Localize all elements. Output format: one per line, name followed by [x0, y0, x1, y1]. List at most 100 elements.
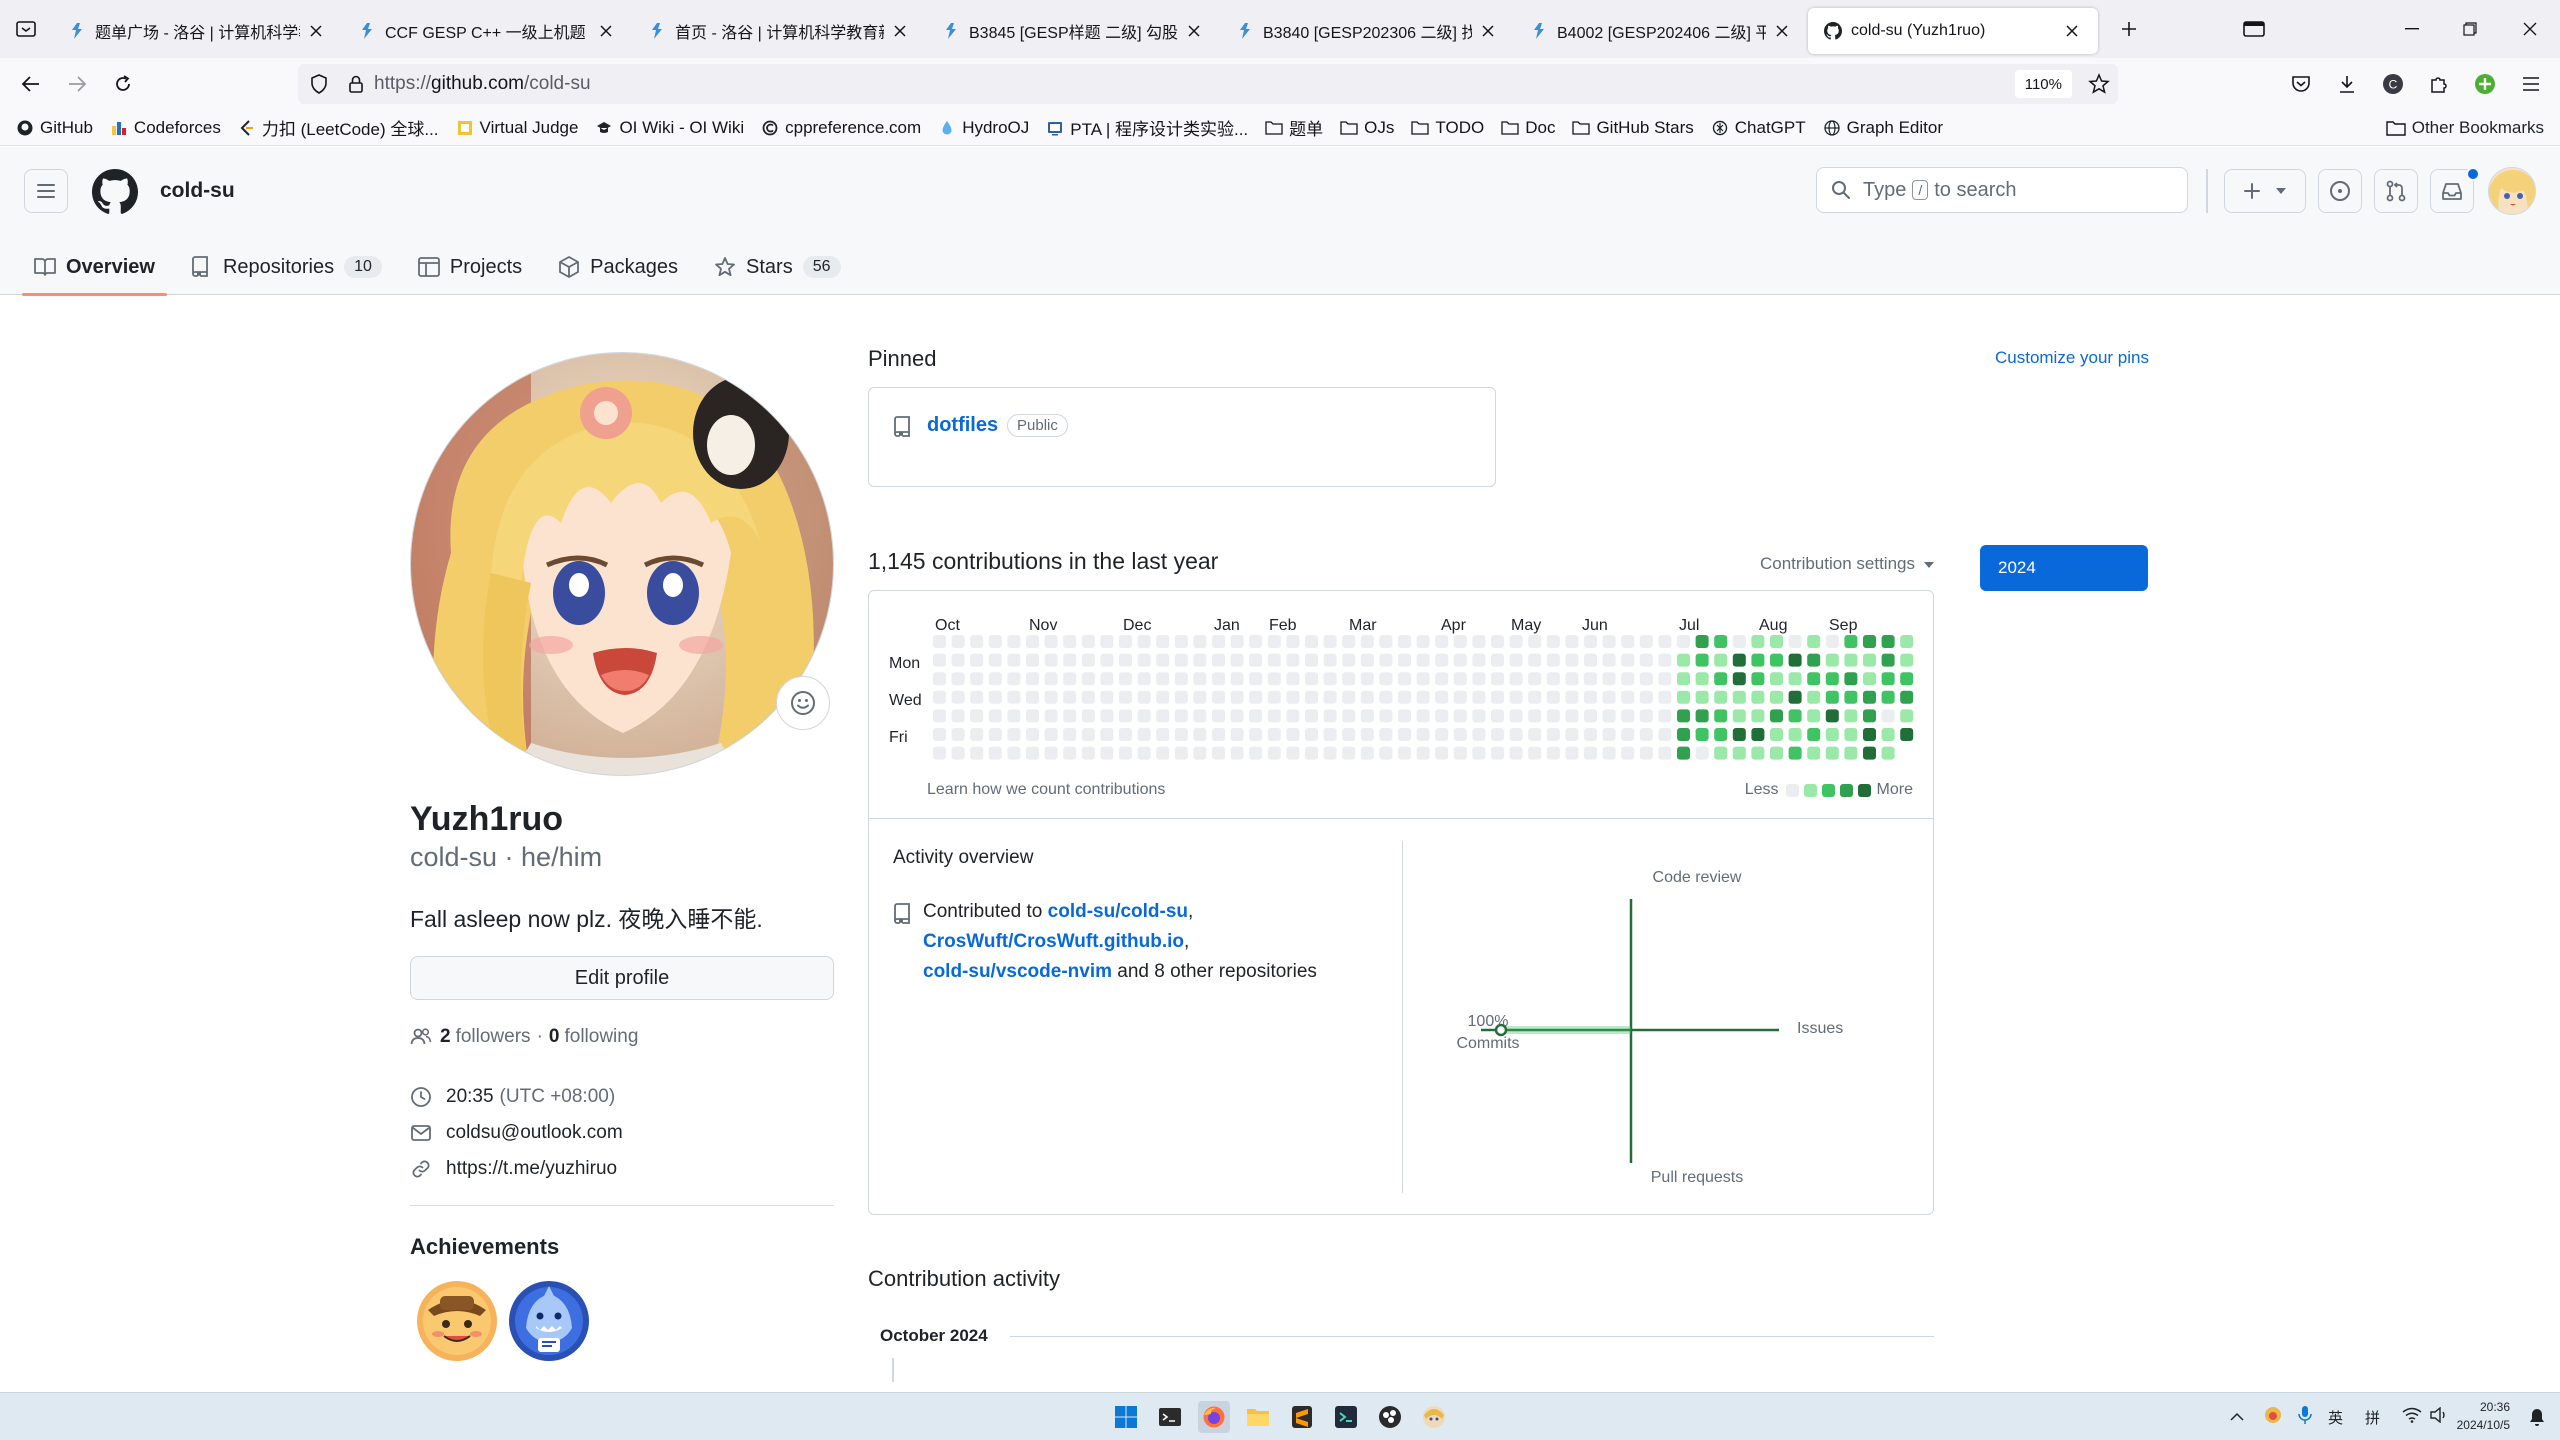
contribution-day-cell[interactable] [1156, 746, 1170, 760]
contribution-day-cell[interactable] [988, 690, 1002, 704]
contribution-day-cell[interactable] [1732, 746, 1746, 760]
contribution-day-cell[interactable] [1193, 709, 1207, 723]
contribution-day-cell[interactable] [1881, 709, 1895, 723]
contribution-day-cell[interactable] [1807, 635, 1821, 648]
contribution-day-cell[interactable] [1546, 728, 1560, 741]
contribution-day-cell[interactable] [1305, 709, 1318, 723]
contribution-day-cell[interactable] [1844, 653, 1858, 667]
contribution-day-cell[interactable] [1565, 635, 1579, 648]
contribution-day-cell[interactable] [1528, 746, 1542, 760]
contribution-day-cell[interactable] [1249, 635, 1263, 648]
contribution-day-cell[interactable] [1788, 746, 1802, 760]
contribution-day-cell[interactable] [933, 635, 946, 648]
taskbar-clock[interactable]: 20:36 2024/10/5 [2457, 1398, 2510, 1434]
contribution-day-cell[interactable] [1174, 746, 1188, 760]
contribution-day-cell[interactable] [1063, 709, 1077, 723]
contribution-day-cell[interactable] [1863, 709, 1876, 723]
contribution-day-cell[interactable] [1565, 690, 1579, 704]
contribution-day-cell[interactable] [1267, 728, 1281, 741]
achievement-badge-pull-shark[interactable] [508, 1280, 590, 1362]
contribution-day-cell[interactable] [1398, 672, 1411, 686]
close-tab-icon[interactable] [1772, 21, 1792, 41]
learn-contributions-link[interactable]: Learn how we count contributions [927, 781, 1165, 799]
contribution-day-cell[interactable] [1509, 653, 1523, 667]
contribution-day-cell[interactable] [1286, 635, 1300, 648]
contribution-day-cell[interactable] [1658, 709, 1672, 723]
contribution-day-cell[interactable] [1286, 728, 1300, 741]
contribution-day-cell[interactable] [1807, 672, 1821, 686]
contribution-day-cell[interactable] [1807, 653, 1821, 667]
bookmark-item[interactable]: GitHub Stars [1572, 118, 1694, 138]
contribution-day-cell[interactable] [1770, 672, 1783, 686]
contribution-day-cell[interactable] [1621, 728, 1635, 741]
contribution-day-cell[interactable] [1081, 746, 1095, 760]
contribution-day-cell[interactable] [1174, 690, 1188, 704]
activity-repo-link[interactable]: cold-su/cold-su [1048, 901, 1188, 922]
user-avatar-button[interactable] [2488, 167, 2536, 215]
contribution-day-cell[interactable] [1026, 728, 1039, 741]
contribution-day-cell[interactable] [933, 746, 946, 760]
contribution-day-cell[interactable] [1658, 746, 1672, 760]
contribution-day-cell[interactable] [1360, 672, 1374, 686]
contribution-day-cell[interactable] [1416, 728, 1430, 741]
contribution-day-cell[interactable] [1658, 672, 1672, 686]
contribution-day-cell[interactable] [1844, 672, 1858, 686]
contribution-day-cell[interactable] [1026, 653, 1039, 667]
contribution-day-cell[interactable] [1342, 728, 1356, 741]
contribution-day-cell[interactable] [1639, 690, 1653, 704]
contribution-day-cell[interactable] [1565, 746, 1579, 760]
contribution-day-cell[interactable] [1044, 690, 1058, 704]
contribution-day-cell[interactable] [1398, 690, 1411, 704]
contribution-day-cell[interactable] [1825, 728, 1839, 741]
contribution-day-cell[interactable] [1770, 653, 1783, 667]
contribution-day-cell[interactable] [1416, 672, 1430, 686]
contribution-day-cell[interactable] [1100, 635, 1114, 648]
tray-app-icon[interactable] [2264, 1406, 2282, 1428]
contribution-day-cell[interactable] [1453, 690, 1467, 704]
contribution-day-cell[interactable] [1565, 728, 1579, 741]
contribution-day-cell[interactable] [1342, 690, 1356, 704]
contribution-day-cell[interactable] [1677, 672, 1690, 686]
contribution-day-cell[interactable] [970, 672, 984, 686]
lock-icon[interactable] [348, 74, 364, 94]
contribution-day-cell[interactable] [1565, 709, 1579, 723]
contribution-day-cell[interactable] [1193, 728, 1207, 741]
contribution-day-cell[interactable] [1398, 709, 1411, 723]
contribution-day-cell[interactable] [1714, 746, 1728, 760]
contribution-day-cell[interactable] [1323, 746, 1337, 760]
contribution-day-cell[interactable] [1435, 709, 1449, 723]
contribution-day-cell[interactable] [1677, 690, 1690, 704]
contribution-day-cell[interactable] [1323, 672, 1337, 686]
contribution-day-cell[interactable] [1695, 746, 1709, 760]
browser-tab[interactable]: CCF GESP C++ 一级上机题 - 题 [342, 8, 632, 54]
contribution-day-cell[interactable] [1174, 635, 1188, 648]
set-status-button[interactable] [776, 676, 830, 730]
contribution-day-cell[interactable] [1119, 728, 1132, 741]
contribution-day-cell[interactable] [1732, 653, 1746, 667]
contribution-day-cell[interactable] [1472, 709, 1486, 723]
contribution-day-cell[interactable] [1379, 672, 1393, 686]
app-menu-button[interactable] [2508, 64, 2554, 104]
contribution-day-cell[interactable] [1007, 728, 1021, 741]
obs-taskbar-button[interactable] [1374, 1401, 1406, 1433]
contribution-day-cell[interactable] [1249, 746, 1263, 760]
contribution-day-cell[interactable] [1249, 709, 1263, 723]
contribution-day-cell[interactable] [1360, 635, 1374, 648]
contribution-day-cell[interactable] [1193, 653, 1207, 667]
contribution-day-cell[interactable] [1677, 635, 1690, 648]
bookmark-item[interactable]: 力扣 (LeetCode) 全球... [238, 115, 439, 140]
contribution-day-cell[interactable] [1658, 635, 1672, 648]
contribution-day-cell[interactable] [1212, 635, 1225, 648]
contribution-day-cell[interactable] [1677, 728, 1690, 741]
contribution-day-cell[interactable] [1584, 709, 1597, 723]
browser-tab[interactable]: B3845 [GESP样题 二级] 勾股数 [926, 8, 1220, 54]
contribution-day-cell[interactable] [1472, 728, 1486, 741]
contribution-day-cell[interactable] [1881, 690, 1895, 704]
contribution-day-cell[interactable] [1788, 635, 1802, 648]
contribution-day-cell[interactable] [1379, 653, 1393, 667]
contribution-day-cell[interactable] [988, 672, 1002, 686]
close-tab-icon[interactable] [2062, 21, 2082, 41]
contribution-day-cell[interactable] [1267, 635, 1281, 648]
contribution-day-cell[interactable] [1732, 728, 1746, 741]
contribution-day-cell[interactable] [1230, 690, 1244, 704]
